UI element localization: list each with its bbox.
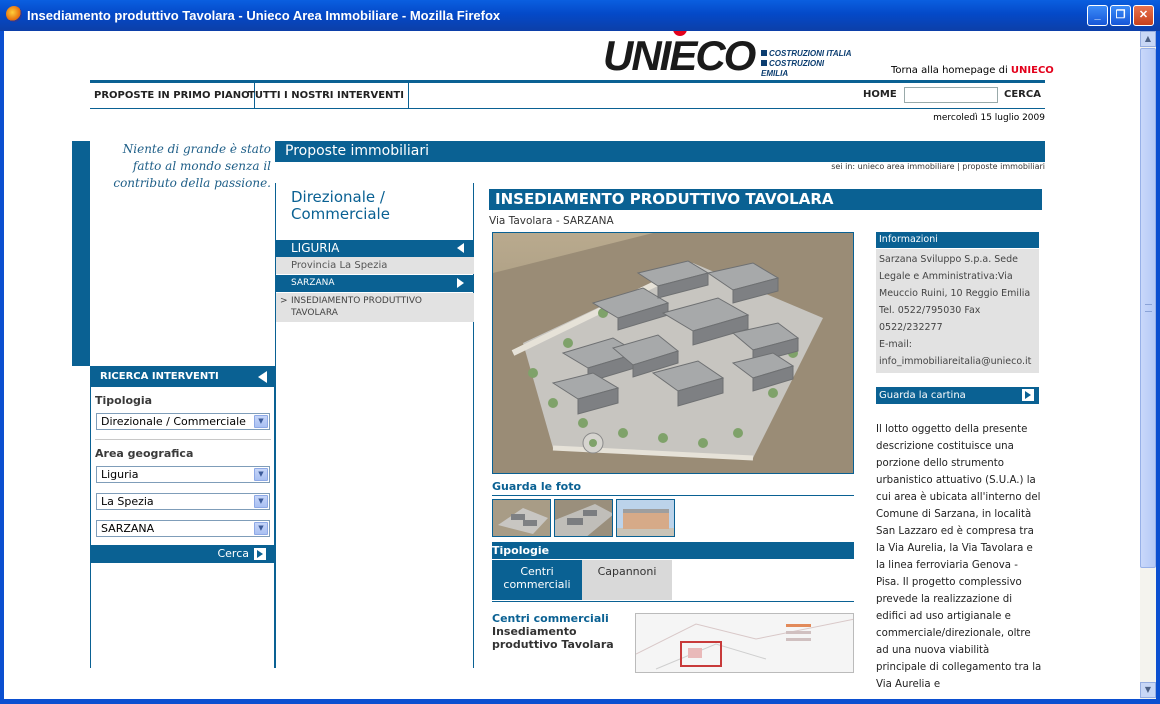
window-title: Insediamento produttivo Tavolara - Uniec… [27,8,501,23]
passion-quote: Niente di grande è stato fatto al mondo … [113,142,271,190]
tab-centri-commerciali[interactable]: Centri commerciali [492,560,582,600]
maximize-button[interactable]: ❐ [1110,5,1131,26]
main-nav: PROPOSTE IN PRIMO PIANO TUTTI I NOSTRI I… [90,83,1045,109]
photo-thumbnail-2[interactable] [554,499,613,537]
tree-city-sarzana[interactable]: SARZANA [276,275,474,292]
map-link-button[interactable]: Guarda la cartina [876,387,1039,404]
category-title: Direzionale / Commerciale [291,188,390,223]
site-plan-image [636,618,853,670]
photos-heading: Guarda le foto [492,480,854,496]
comune-select[interactable]: SARZANA ▼ [96,520,270,537]
vertical-scrollbar[interactable]: ▲ ▼ [1140,31,1156,699]
provincia-select[interactable]: La Spezia ▼ [96,493,270,510]
tipologie-heading: Tipologie [492,542,854,559]
property-description: Il lotto oggetto della presente descrizi… [876,424,1042,690]
collapse-left-icon[interactable] [258,371,267,383]
firefox-icon [6,6,22,22]
minimize-button[interactable]: _ [1087,5,1108,26]
expand-right-icon [457,278,464,288]
nav-tutti-interventi[interactable]: TUTTI I NOSTRI INTERVENTI [244,83,409,109]
tipologia-label: Tipologia [95,394,153,407]
tab-capannoni[interactable]: Capannoni [582,560,672,600]
thumbnail-image [555,500,612,536]
item-title[interactable]: Insediamento produttivo Tavolara [492,625,642,651]
logo-wordmark: UNIECO [603,32,756,79]
collapse-left-icon [457,243,464,253]
tabs-divider [492,601,854,602]
tree-province[interactable]: Provincia La Spezia [276,257,474,274]
chevron-down-icon: ▼ [254,468,268,481]
homepage-link[interactable]: Torna alla homepage di UNIECO [891,65,1054,76]
divider [95,439,271,440]
aerial-render-image [493,233,853,473]
info-email[interactable]: info_immobiliareitalia@unieco.it [879,353,1036,370]
search-button[interactable]: CERCA [1004,83,1041,107]
ricerca-header: RICERCA INTERVENTI [91,366,275,387]
scroll-up-icon[interactable]: ▲ [1140,31,1156,47]
section-title: Proposte immobiliari [275,141,1045,162]
thumbnail-image [493,500,550,536]
property-address: Via Tavolara - SARZANA [489,215,614,227]
nav-home[interactable]: HOME [863,83,897,107]
area-label: Area geografica [95,447,194,460]
search-input[interactable] [904,87,998,103]
thumbnail-image [617,500,674,536]
chevron-down-icon: ▼ [254,522,268,535]
grip-icon [1145,304,1152,312]
arrow-right-icon [254,548,266,560]
info-box: Sarzana Sviluppo S.p.a. Sede Legale e Am… [876,249,1039,373]
nav-proposte-primo-piano[interactable]: PROPOSTE IN PRIMO PIANO [90,83,255,109]
scroll-thumb[interactable] [1140,48,1156,568]
tree-marker: > [280,296,288,306]
property-main-photo[interactable] [492,232,854,474]
scroll-down-icon[interactable]: ▼ [1140,682,1156,698]
window-frame-bottom [0,699,1160,704]
plan-thumbnail[interactable] [635,613,854,673]
tipologia-select[interactable]: Direzionale / Commerciale ▼ [96,413,270,430]
window-titlebar: Insediamento produttivo Tavolara - Uniec… [0,0,1160,31]
page-viewport: UNIECO COSTRUZIONI ITALIA COSTRUZIONI EM… [4,31,1140,699]
unieco-logo[interactable]: UNIECO COSTRUZIONI ITALIA COSTRUZIONI EM… [603,31,853,79]
chevron-down-icon: ▼ [254,415,268,428]
photo-thumbnail-1[interactable] [492,499,551,537]
breadcrumb[interactable]: sei in: unieco area immobiliare | propos… [700,162,1045,171]
arrow-right-icon [1022,389,1034,401]
tree-region-liguria[interactable]: LIGURIA [276,240,474,257]
tree-current-item[interactable]: > INSEDIAMENTO PRODUTTIVO TAVOLARA [276,293,474,322]
chevron-down-icon: ▼ [254,495,268,508]
window-frame-right [1156,31,1160,704]
photo-thumbnail-3[interactable] [616,499,675,537]
logo-subtitle: COSTRUZIONI ITALIA COSTRUZIONI EMILIA [761,49,852,78]
info-heading: Informazioni [876,232,1039,248]
close-button[interactable]: ✕ [1133,5,1154,26]
quote-accent-bar [72,141,90,366]
cerca-submit-button[interactable]: Cerca [91,545,275,563]
search-panel: RICERCA INTERVENTI Tipologia Direzionale… [90,366,275,668]
info-email-label: E-mail: [879,339,912,350]
property-title: INSEDIAMENTO PRODUTTIVO TAVOLARA [489,189,1042,210]
info-text: Sarzana Sviluppo S.p.a. Sede Legale e Am… [879,254,1031,333]
item-category: Centri commerciali [492,612,609,625]
current-date: mercoledì 15 luglio 2009 [933,113,1045,123]
regione-select[interactable]: Liguria ▼ [96,466,270,483]
